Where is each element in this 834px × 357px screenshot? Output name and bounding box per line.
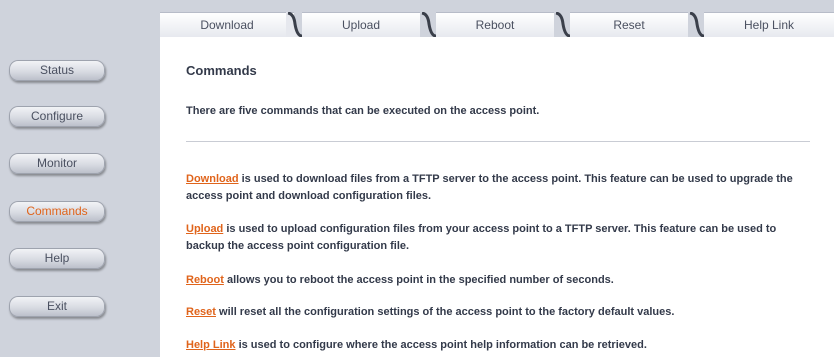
tab-divider-icon xyxy=(286,12,302,37)
description-download: Download is used to download files from … xyxy=(186,171,816,205)
reset-link[interactable]: Reset xyxy=(186,306,216,318)
sidebar-item-exit[interactable]: Exit xyxy=(9,296,105,317)
sidebar-item-monitor[interactable]: Monitor xyxy=(9,153,105,174)
tab-reset[interactable]: Reset xyxy=(570,12,688,38)
upload-link[interactable]: Upload xyxy=(186,223,223,235)
description-reboot: Reboot allows you to reboot the access p… xyxy=(186,272,816,289)
sidebar-item-configure[interactable]: Configure xyxy=(9,106,105,127)
tab-divider-icon xyxy=(555,12,570,37)
description-upload: Upload is used to upload configuration f… xyxy=(186,221,816,255)
page-title: Commands xyxy=(186,63,257,78)
help-link-link[interactable]: Help Link xyxy=(186,339,236,351)
download-link[interactable]: Download xyxy=(186,173,239,185)
description-text: is used to download files from a TFTP se… xyxy=(186,173,793,202)
main-content: Commands There are five commands that ca… xyxy=(160,37,834,357)
tab-download[interactable]: Download xyxy=(160,12,294,38)
divider xyxy=(186,141,810,142)
sidebar-item-help[interactable]: Help xyxy=(9,248,105,269)
sidebar: Status Configure Monitor Commands Help E… xyxy=(0,0,160,357)
tab-divider-icon xyxy=(421,12,436,37)
tab-divider-icon xyxy=(689,12,704,37)
top-strip xyxy=(160,0,834,12)
description-help-link: Help Link is used to configure where the… xyxy=(186,337,816,354)
description-text: allows you to reboot the access point in… xyxy=(223,274,614,286)
tab-bar: Download Upload Reboot Reset Help Link xyxy=(160,12,834,38)
reboot-link[interactable]: Reboot xyxy=(186,274,224,286)
description-text: will reset all the configuration setting… xyxy=(215,306,675,318)
sidebar-item-status[interactable]: Status xyxy=(9,60,105,81)
tab-help-link[interactable]: Help Link xyxy=(704,12,834,38)
sidebar-item-commands[interactable]: Commands xyxy=(9,201,105,222)
description-text: is used to upload configuration files fr… xyxy=(186,223,777,252)
description-reset: Reset will reset all the configuration s… xyxy=(186,304,816,321)
intro-text: There are five commands that can be exec… xyxy=(186,105,540,117)
tab-reboot[interactable]: Reboot xyxy=(436,12,554,38)
tab-upload[interactable]: Upload xyxy=(302,12,420,38)
description-text: is used to configure where the access po… xyxy=(235,339,647,351)
